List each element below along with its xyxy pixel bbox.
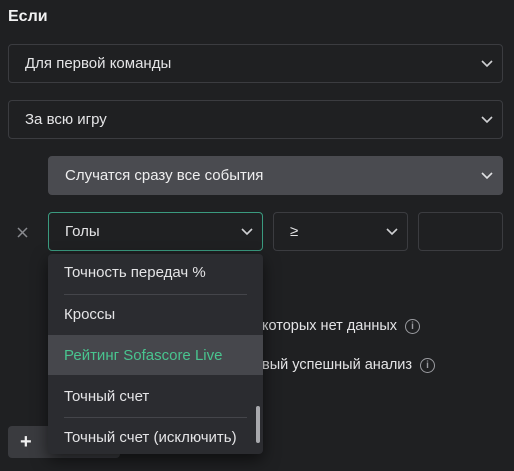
- dropdown-item[interactable]: Точный счет (исключить): [48, 417, 263, 454]
- section-title: Если: [8, 8, 48, 25]
- period-select-value: За всю игру: [25, 111, 107, 128]
- events-mode-select[interactable]: Случатся сразу все события: [48, 156, 503, 195]
- condition-panel: Если Для первой команды За всю игру Случ…: [0, 0, 514, 471]
- plus-icon: +: [20, 430, 32, 453]
- team-select[interactable]: Для первой команды: [8, 44, 503, 83]
- chevron-down-icon: [377, 213, 407, 250]
- metric-select-value: Голы: [65, 223, 100, 240]
- events-mode-value: Случатся сразу все события: [65, 167, 264, 184]
- operator-select-value: ≥: [290, 223, 299, 240]
- dropdown-item[interactable]: Точность передач %: [48, 254, 263, 292]
- value-input[interactable]: [418, 212, 503, 251]
- chevron-down-icon: [472, 101, 502, 138]
- info-icon[interactable]: i: [420, 357, 436, 373]
- dropdown-item-active[interactable]: Рейтинг Sofascore Live: [48, 335, 263, 375]
- operator-select[interactable]: ≥: [273, 212, 408, 251]
- chevron-down-icon: [472, 157, 502, 194]
- dropdown-scrollbar[interactable]: [256, 406, 260, 443]
- team-select-value: Для первой команды: [25, 55, 172, 72]
- metric-dropdown: Точность передач % Кроссы Рейтинг Sofasc…: [48, 254, 263, 454]
- period-select[interactable]: За всю игру: [8, 100, 503, 139]
- chevron-down-icon: [472, 45, 502, 82]
- dropdown-item[interactable]: Кроссы: [48, 294, 263, 334]
- chevron-down-icon: [232, 213, 262, 250]
- dropdown-item[interactable]: Точный счет: [48, 376, 263, 416]
- info-icon[interactable]: i: [405, 318, 421, 334]
- metric-select[interactable]: Голы: [48, 212, 263, 251]
- close-icon[interactable]: [12, 222, 32, 242]
